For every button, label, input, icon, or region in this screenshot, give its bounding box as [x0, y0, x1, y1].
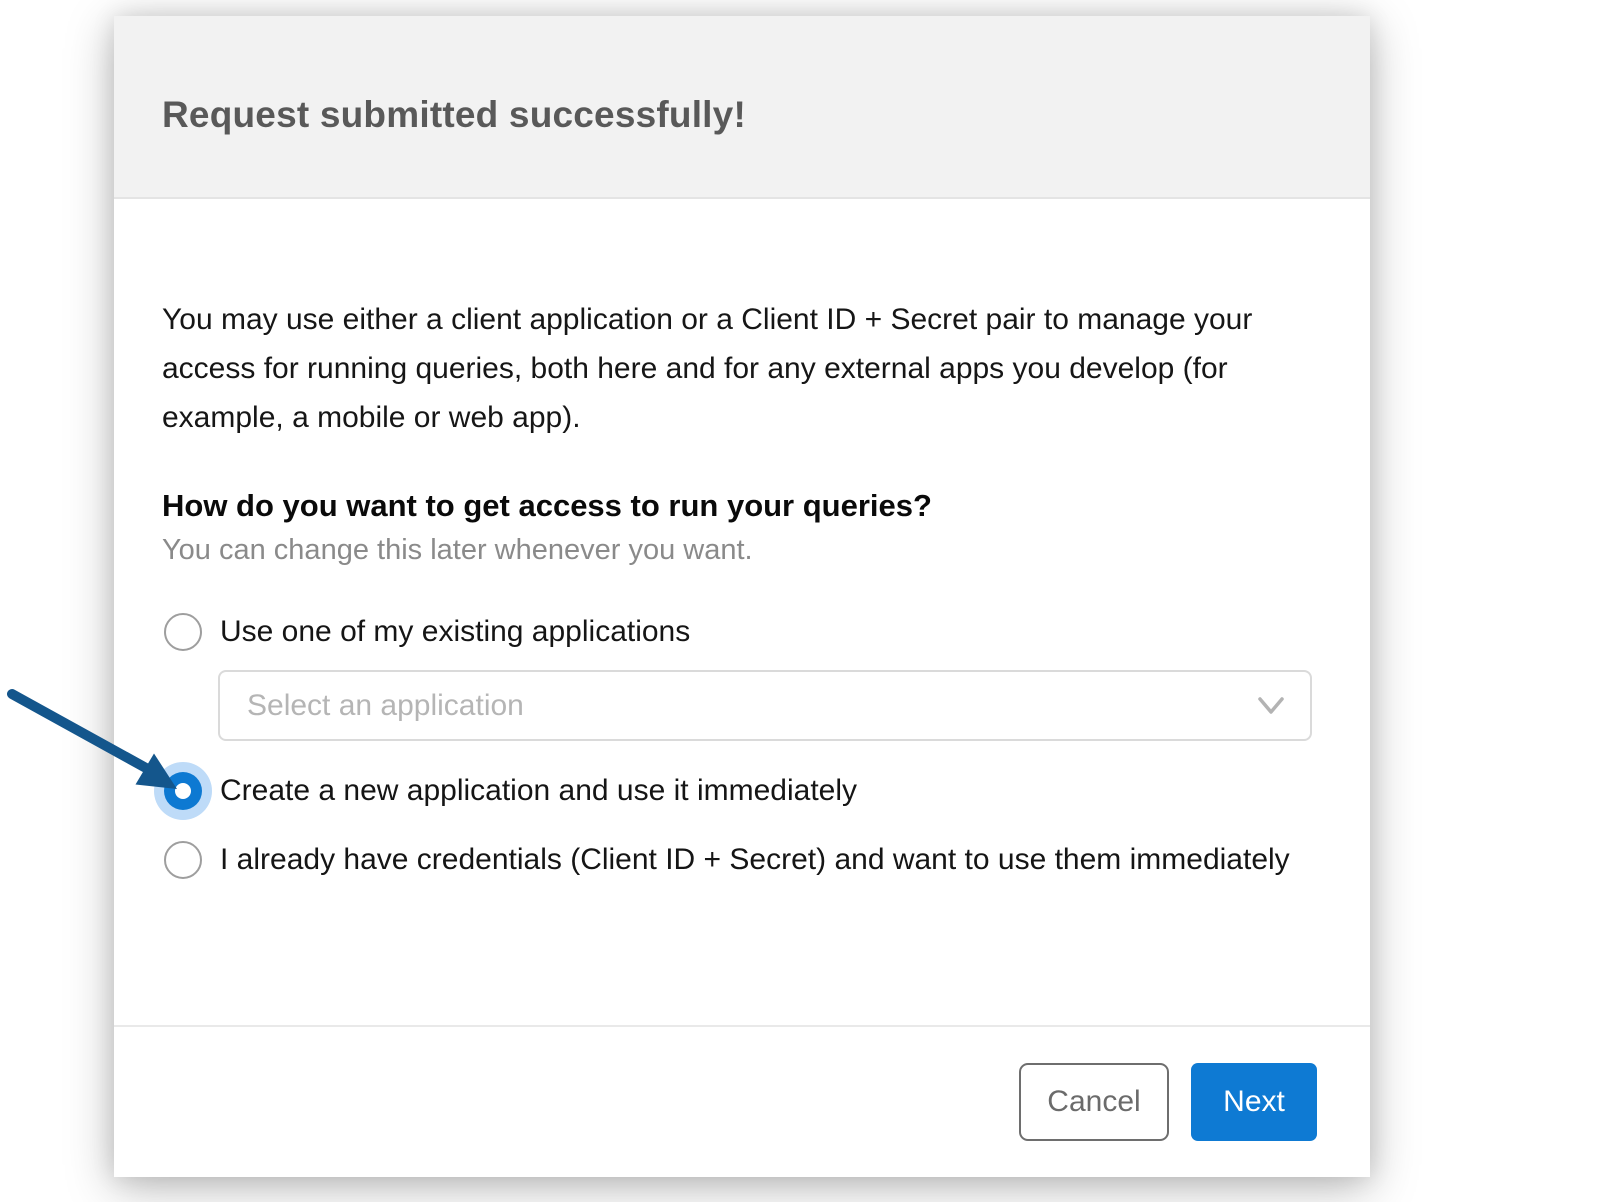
radio-option-label[interactable]: I already have credentials (Client ID + … [220, 843, 1290, 877]
radio-button-icon[interactable] [164, 841, 202, 879]
application-select-dropdown[interactable]: Select an application [218, 670, 1312, 741]
access-question-hint: You can change this later whenever you w… [162, 534, 753, 566]
radio-option-label[interactable]: Use one of my existing applications [220, 615, 690, 649]
radio-option-create-new-application[interactable]: Create a new application and use it imme… [162, 772, 1314, 810]
radio-option-label[interactable]: Create a new application and use it imme… [220, 774, 857, 808]
request-submitted-dialog: Request submitted successfully! You may … [114, 16, 1370, 1177]
dialog-header: Request submitted successfully! [114, 16, 1370, 199]
radio-option-existing-application[interactable]: Use one of my existing applications [162, 613, 1314, 651]
chevron-down-icon [1258, 696, 1284, 714]
next-button[interactable]: Next [1191, 1063, 1317, 1141]
dialog-title: Request submitted successfully! [162, 94, 746, 135]
cancel-button[interactable]: Cancel [1019, 1063, 1169, 1141]
radio-button-selected-icon[interactable] [164, 772, 202, 810]
dialog-body: You may use either a client application … [114, 199, 1370, 1025]
radio-option-existing-credentials[interactable]: I already have credentials (Client ID + … [162, 841, 1314, 879]
radio-button-icon[interactable] [164, 613, 202, 651]
application-select-placeholder: Select an application [247, 688, 524, 722]
dialog-footer: Cancel Next [114, 1025, 1370, 1177]
access-question-heading: How do you want to get access to run you… [162, 488, 932, 523]
intro-paragraph: You may use either a client application … [162, 303, 1253, 434]
